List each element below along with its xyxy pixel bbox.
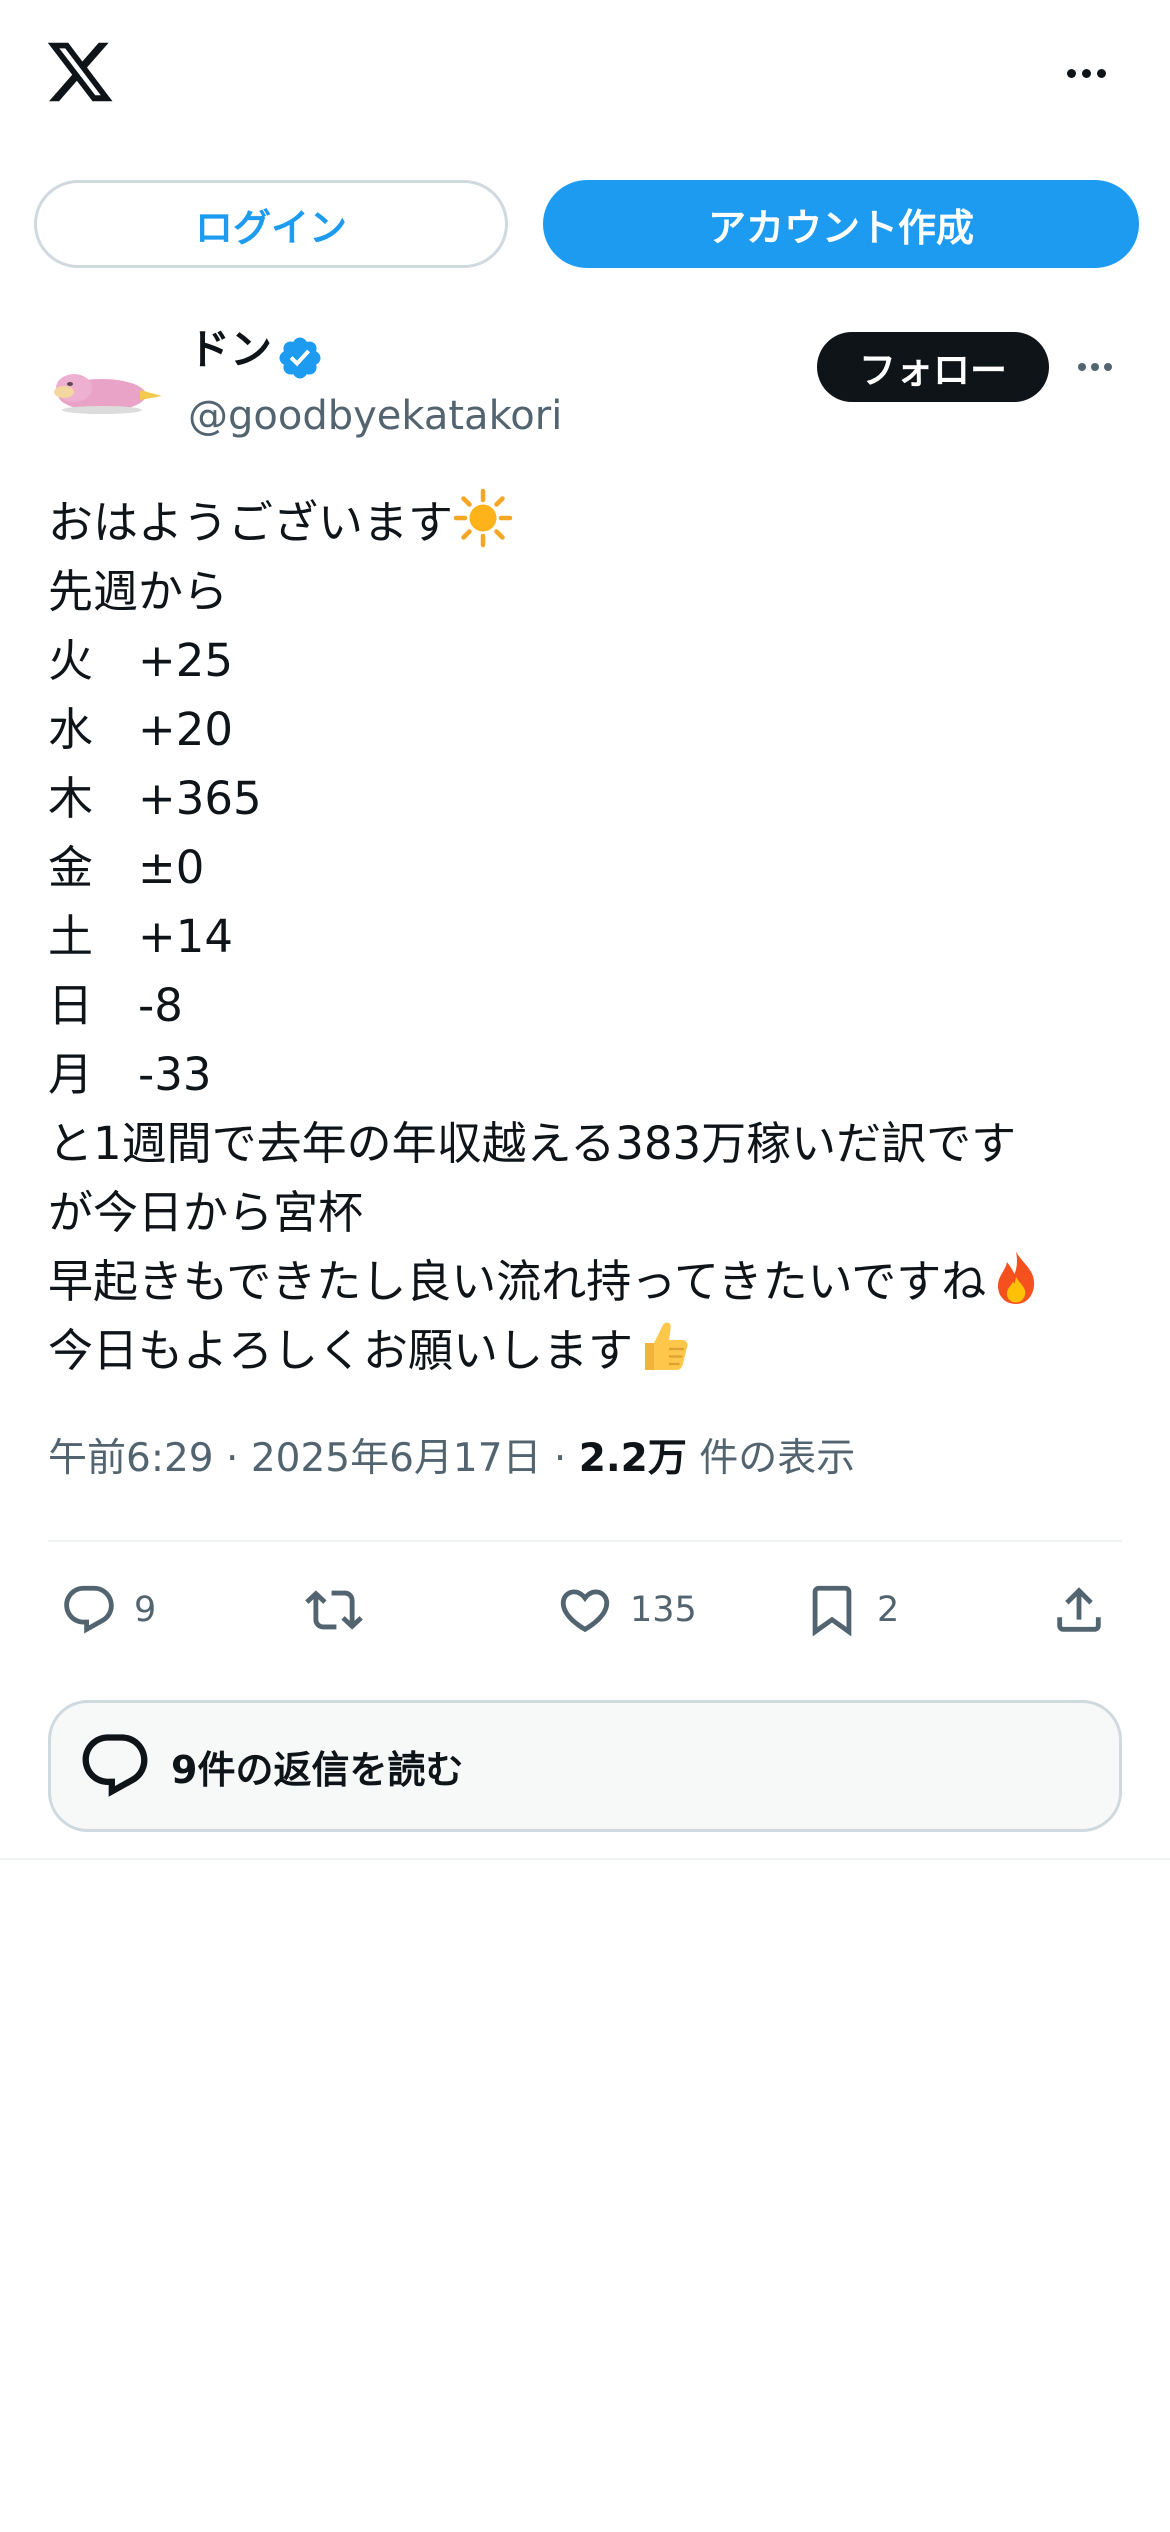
author-handle[interactable]: @goodbyekatakori (188, 390, 562, 442)
more-options-icon[interactable] (1058, 58, 1114, 88)
post-line: 金 ±0 (48, 841, 205, 894)
login-button[interactable]: ログイン (34, 180, 508, 268)
thumbs-up-emoji-icon (645, 1322, 688, 1370)
post-line: 先週から (48, 565, 229, 618)
fire-emoji-icon (998, 1251, 1035, 1304)
post-more-icon[interactable] (1078, 356, 1120, 378)
verified-badge-icon (279, 337, 321, 379)
post-meta: 午前6:29 · 2025年6月17日 · 2.2万 件の表示 (48, 1432, 855, 1486)
post-time[interactable]: 午前6:29 (48, 1436, 214, 1481)
separator: · (553, 1436, 567, 1481)
post-line: 今日もよろしくお願いします (48, 1316, 1138, 1385)
avatar[interactable] (44, 340, 164, 430)
conversation-icon (82, 1734, 148, 1797)
post-line: 水 +20 (48, 703, 233, 756)
view-count-label: 件の表示 (699, 1436, 856, 1481)
bookmark-button[interactable]: 2 (803, 1575, 899, 1645)
dot (1091, 363, 1099, 371)
author-display-name[interactable]: ドン (188, 324, 272, 376)
post-line: 火 +25 (48, 634, 233, 687)
read-replies-button[interactable]: 9件の返信を読む (48, 1700, 1122, 1832)
dot (1104, 363, 1112, 371)
follow-button[interactable]: フォロー (817, 332, 1049, 402)
separator: · (226, 1436, 239, 1481)
bookmark-icon (812, 1585, 852, 1637)
sun-emoji-icon (453, 488, 513, 548)
reply-icon (64, 1585, 114, 1634)
share-button[interactable] (1050, 1575, 1108, 1645)
repost-icon (305, 1590, 363, 1630)
x-logo-icon[interactable] (44, 36, 116, 108)
dot (1066, 68, 1076, 78)
read-replies-label: 9件の返信を読む (171, 1747, 464, 1792)
bookmark-count: 2 (877, 1590, 900, 1630)
post-line: おはようございます (48, 488, 1138, 557)
post-date[interactable]: 2025年6月17日 (251, 1436, 542, 1481)
post-line: と1週間で去年の年収越える383万稼いだ訳です (48, 1117, 1017, 1170)
post-line-text: おはようございます (48, 496, 454, 549)
like-count: 135 (630, 1590, 697, 1630)
post-line: 木 +365 (48, 772, 262, 825)
dot (1081, 68, 1091, 78)
share-icon (1057, 1587, 1101, 1632)
post-line: 日 -8 (48, 979, 183, 1032)
post-line-text: 今日もよろしくお願いします (48, 1324, 634, 1377)
divider (0, 1858, 1170, 1860)
like-button[interactable]: 135 (556, 1575, 697, 1645)
repost-button[interactable] (305, 1575, 379, 1645)
post-line: 月 -33 (48, 1048, 212, 1101)
post-line: 早起きもできたし良い流れ持ってきたいですね (48, 1247, 1138, 1316)
dot (1096, 68, 1106, 78)
post-line: 土 +14 (48, 910, 233, 963)
heart-icon (560, 1589, 610, 1633)
divider (48, 1540, 1122, 1542)
reply-count: 9 (134, 1590, 157, 1630)
post-line: が今日から宮杯 (48, 1186, 364, 1239)
post-text: おはようございます 先週から火 +25 水 +20 木 +365 金 ±0 土 +14 日 … (48, 488, 1138, 1385)
reply-button[interactable]: 9 (60, 1575, 156, 1645)
post-line-text: 早起きもできたし良い流れ持ってきたいですね (48, 1255, 987, 1308)
view-count: 2.2万 (578, 1436, 687, 1481)
create-account-button[interactable]: アカウント作成 (543, 180, 1139, 268)
dot (1078, 363, 1086, 371)
